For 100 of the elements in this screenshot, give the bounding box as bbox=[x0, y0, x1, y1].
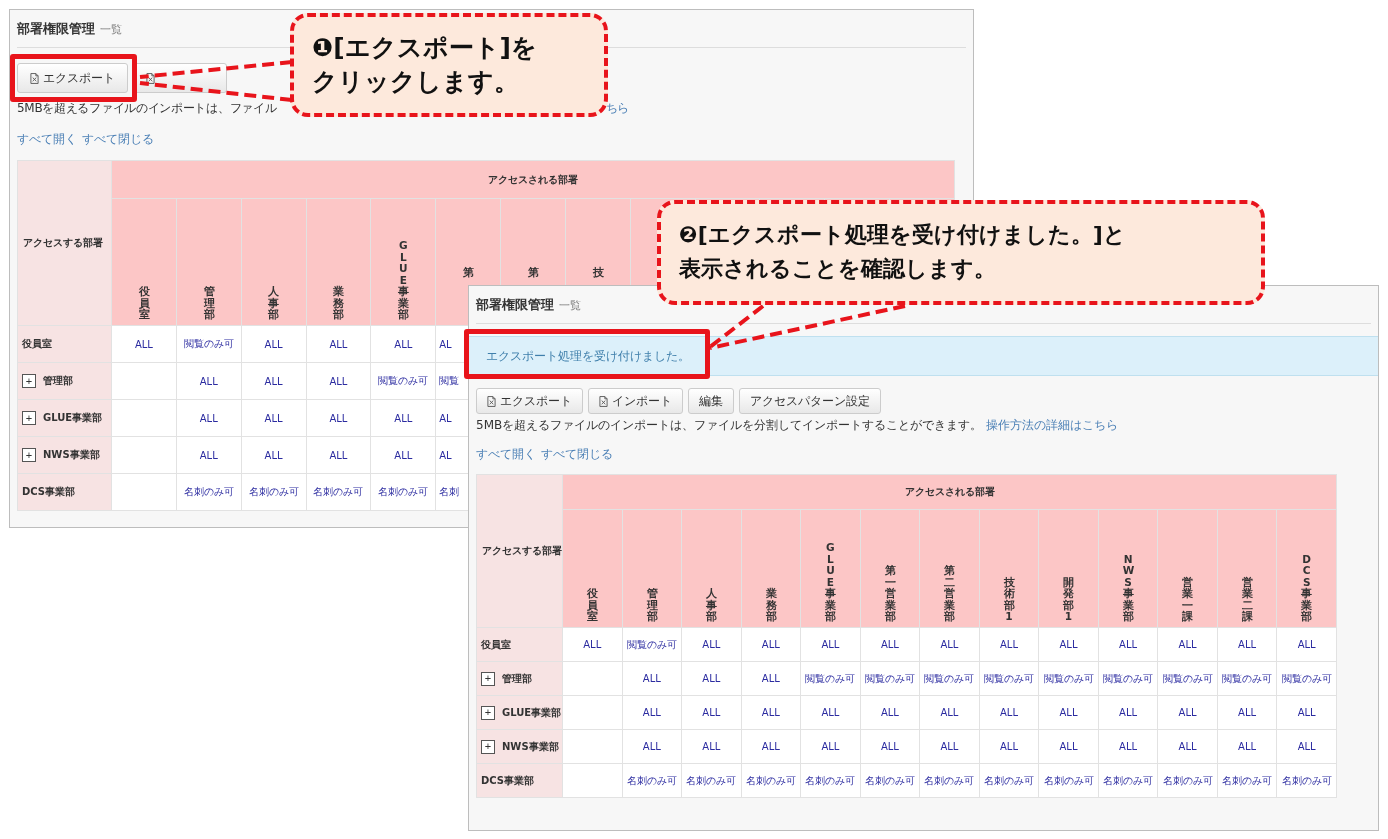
permission-cell: ALL bbox=[1059, 707, 1078, 718]
permission-cell: 名刺 bbox=[439, 486, 460, 497]
row-header: 管理部 bbox=[43, 374, 73, 388]
row-header: GLUE事業部 bbox=[502, 705, 562, 720]
file-icon bbox=[30, 72, 39, 84]
column-header: 営業二課 bbox=[1241, 576, 1253, 623]
callout-text: クリックします。 bbox=[312, 66, 519, 98]
permission-cell: ALL bbox=[702, 707, 721, 718]
permission-cell: 名刺のみ可 bbox=[1222, 774, 1273, 786]
permission-cell: 名刺のみ可 bbox=[183, 486, 234, 497]
row-header: NWS事業部 bbox=[43, 448, 100, 462]
permission-cell: ALL bbox=[1119, 707, 1138, 718]
column-header: GLUE事業部 bbox=[398, 240, 409, 321]
permission-cell: 名刺のみ可 bbox=[1103, 774, 1154, 786]
expand-button[interactable]: + bbox=[22, 448, 36, 462]
page-title: 部署権限管理 bbox=[476, 296, 554, 314]
help-link[interactable]: 操作方法の詳細はこちら bbox=[986, 417, 1119, 434]
expand-button[interactable]: + bbox=[22, 374, 36, 388]
permission-cell: ALL bbox=[761, 639, 780, 650]
row-header: 役員室 bbox=[22, 337, 52, 351]
permission-cell: AL bbox=[439, 338, 452, 350]
permission-cell: 閲覧のみ可 bbox=[1043, 672, 1094, 684]
success-message: エクスポート処理を受け付けました。 bbox=[469, 336, 1378, 376]
permission-cell: 閲覧のみ可 bbox=[1222, 672, 1273, 684]
column-header: 役員室 bbox=[138, 286, 150, 321]
permission-cell: 閲覧のみ可 bbox=[378, 375, 429, 386]
column-header: DCS事業部 bbox=[1301, 553, 1312, 623]
column-header: 営業一課 bbox=[1182, 576, 1193, 623]
permission-cell: ALL bbox=[199, 412, 218, 424]
toolbar-button[interactable]: エクスポート bbox=[17, 63, 128, 93]
permission-cell: 閲覧のみ可 bbox=[984, 672, 1034, 684]
expand-all-link[interactable]: すべて開く bbox=[476, 446, 536, 463]
expand-button[interactable]: + bbox=[481, 671, 495, 686]
permission-cell: ALL bbox=[702, 741, 721, 752]
permission-cell: ALL bbox=[583, 639, 602, 650]
toolbar-button[interactable]: アクセスパターン設定 bbox=[739, 388, 881, 414]
permission-cell: ALL bbox=[199, 449, 218, 461]
permission-cell: 名刺のみ可 bbox=[1043, 774, 1094, 786]
permission-cell: ALL bbox=[134, 338, 153, 350]
permission-cell: 名刺のみ可 bbox=[924, 774, 975, 786]
column-header: 人事部 bbox=[268, 286, 279, 321]
permission-cell: 閲覧のみ可 bbox=[626, 638, 677, 650]
help-link[interactable]: ちら bbox=[605, 100, 629, 117]
column-header: 業務部 bbox=[333, 286, 344, 321]
permission-cell: ALL bbox=[1059, 741, 1078, 752]
expand-button[interactable]: + bbox=[481, 739, 495, 754]
import-note: 5MBを超えるファイルのインポートは、ファイルを分割してインポートすることができます。 bbox=[476, 417, 983, 434]
permission-cell: ALL bbox=[761, 673, 780, 684]
permission-cell: 閲覧のみ可 bbox=[805, 672, 856, 684]
column-header: 第二営業部 bbox=[944, 565, 955, 623]
permission-cell: ALL bbox=[1238, 741, 1257, 752]
column-header: 第一営業部 bbox=[884, 565, 896, 623]
column-header: 技 bbox=[592, 267, 604, 279]
file-icon bbox=[146, 72, 155, 84]
expand-button[interactable]: + bbox=[22, 411, 36, 425]
callout-text: ❶[エクスポート]を bbox=[312, 32, 538, 64]
permission-cell: ALL bbox=[821, 707, 840, 718]
row-header: 役員室 bbox=[481, 637, 511, 652]
row-header: NWS事業部 bbox=[502, 739, 559, 754]
permission-cell: ALL bbox=[880, 741, 899, 752]
permission-cell: ALL bbox=[329, 375, 348, 387]
permission-cell: ALL bbox=[642, 741, 661, 752]
permission-cell: 閲覧のみ可 bbox=[1281, 672, 1332, 684]
column-group-header: アクセスされる部署 bbox=[488, 173, 578, 185]
collapse-all-link[interactable]: すべて閉じる bbox=[82, 131, 154, 148]
permission-cell: ALL bbox=[264, 338, 283, 350]
column-header: 業務部 bbox=[765, 588, 777, 623]
permission-cell: ALL bbox=[1297, 707, 1316, 718]
row-header-title: アクセスする部署 bbox=[482, 545, 562, 556]
permission-cell: ALL bbox=[1000, 639, 1018, 650]
permission-cell: ALL bbox=[1178, 707, 1197, 718]
column-header: 開発部1 bbox=[1063, 576, 1074, 623]
permission-cell: 名刺のみ可 bbox=[378, 486, 429, 497]
permission-cell: AL bbox=[439, 449, 452, 461]
permission-cell: ALL bbox=[1059, 639, 1078, 650]
permission-cell: ALL bbox=[821, 741, 840, 752]
column-header: 第 bbox=[462, 267, 474, 279]
permission-cell: 名刺のみ可 bbox=[686, 774, 737, 786]
permission-cell: ALL bbox=[394, 412, 413, 424]
column-header: 管理部 bbox=[646, 588, 658, 623]
permission-cell: ALL bbox=[1119, 639, 1138, 650]
permission-cell: 名刺のみ可 bbox=[626, 774, 677, 786]
expand-all-link[interactable]: すべて開く bbox=[17, 131, 77, 148]
permission-cell: ALL bbox=[1297, 639, 1316, 650]
column-header: 第 bbox=[527, 267, 539, 279]
file-icon bbox=[599, 395, 608, 407]
permission-cell: ALL bbox=[199, 375, 218, 387]
permission-cell: 閲覧のみ可 bbox=[864, 672, 915, 684]
toolbar-button[interactable]: エクスポート bbox=[476, 388, 583, 414]
page-title: 部署権限管理 bbox=[17, 20, 95, 38]
expand-button[interactable]: + bbox=[481, 705, 495, 720]
permission-cell: 閲覧のみ可 bbox=[1103, 672, 1154, 684]
collapse-all-link[interactable]: すべて閉じる bbox=[541, 446, 613, 463]
permission-cell: 閲覧のみ可 bbox=[183, 338, 234, 349]
column-header: 技術部1 bbox=[1003, 576, 1015, 623]
row-header: DCS事業部 bbox=[481, 773, 535, 788]
permission-cell: ALL bbox=[1178, 741, 1197, 752]
toolbar-button[interactable]: インポート bbox=[588, 388, 683, 414]
toolbar-button[interactable]: 編集 bbox=[688, 388, 734, 414]
permission-cell: 名刺のみ可 bbox=[313, 486, 364, 497]
